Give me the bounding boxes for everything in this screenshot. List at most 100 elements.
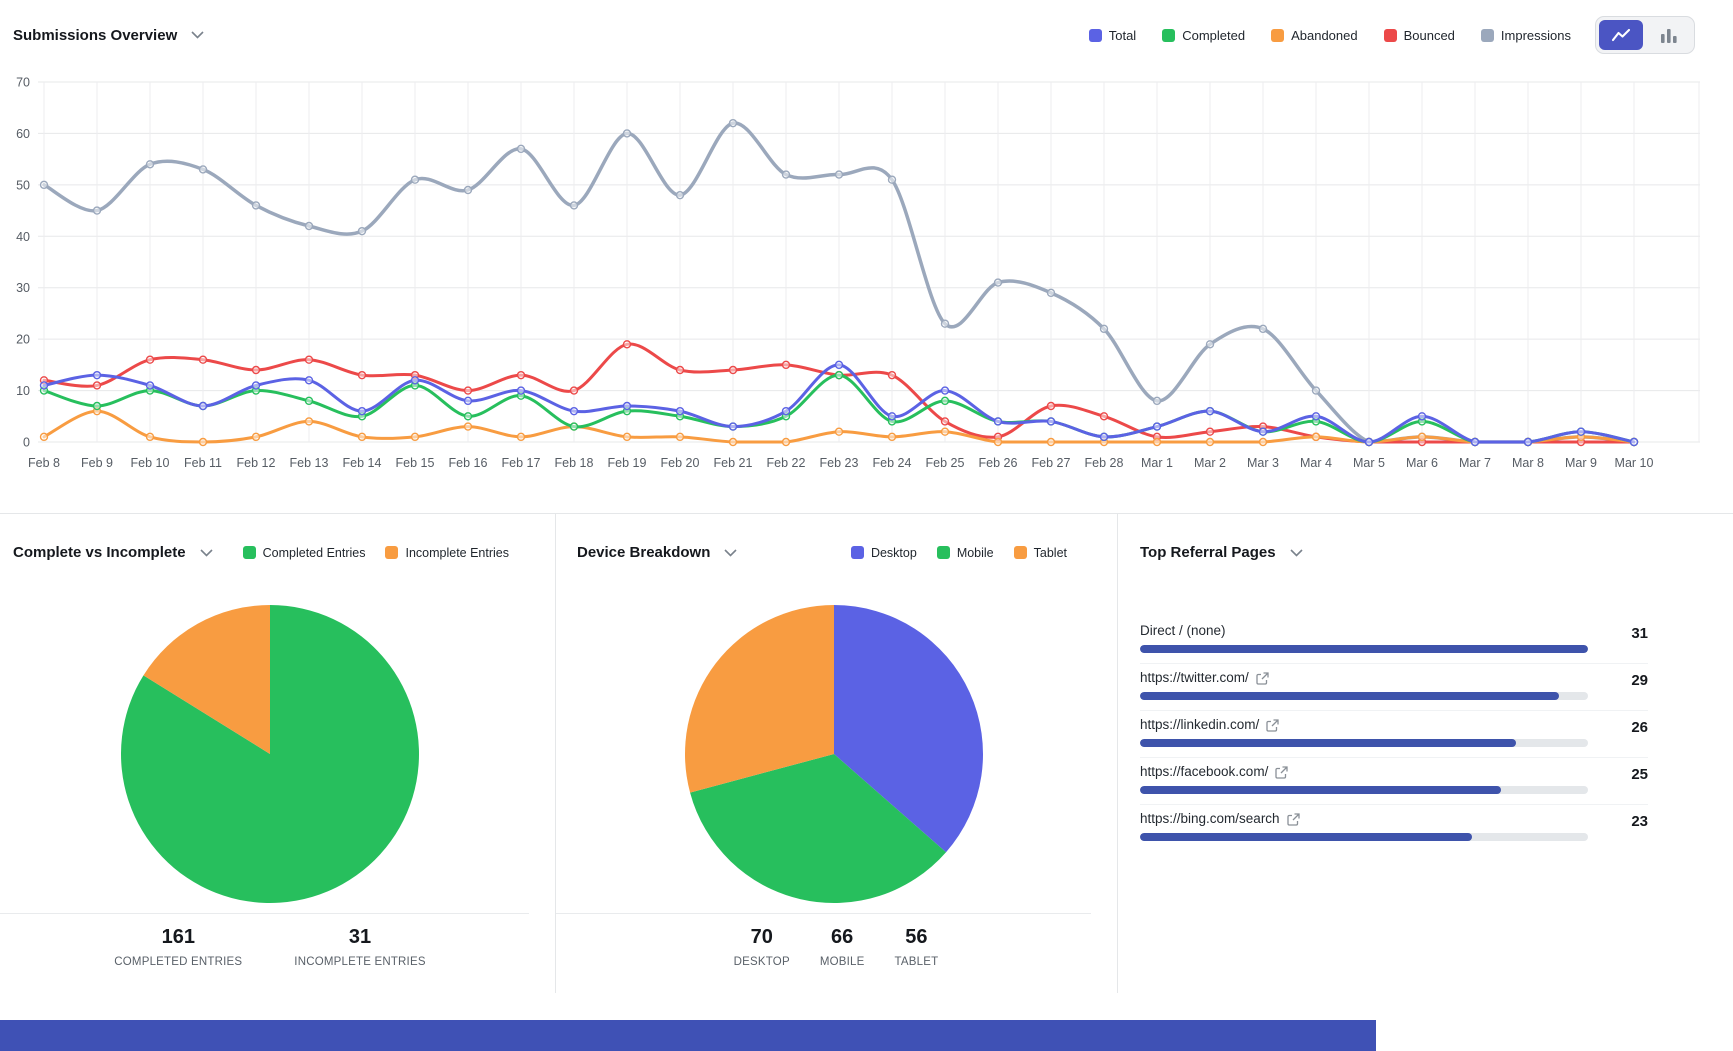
referral-label-text: Direct / (none)	[1140, 623, 1226, 638]
legend-label: Completed	[1182, 27, 1246, 43]
svg-text:Mar 4: Mar 4	[1300, 456, 1332, 470]
legend-swatch	[1480, 28, 1494, 42]
svg-text:70: 70	[16, 76, 30, 90]
referral-label-text: https://linkedin.com/	[1140, 717, 1260, 732]
device-breakdown-pie	[684, 604, 984, 904]
analytics-dashboard: Submissions Overview Total Completed Aband…	[0, 0, 1733, 1051]
legend-label: Completed Entries	[262, 545, 366, 560]
svg-text:Mar 1: Mar 1	[1141, 456, 1173, 470]
referral-row: https://twitter.com/29	[1140, 664, 1648, 711]
device-breakdown-panel: Device Breakdown Desktop Mobile Tablet 70 D…	[556, 514, 1118, 993]
legend-item-incomplete-entries[interactable]: Incomplete Entries	[385, 546, 509, 560]
svg-text:Feb 16: Feb 16	[449, 456, 488, 470]
svg-text:Mar 3: Mar 3	[1247, 456, 1279, 470]
referral-bar-fill	[1140, 786, 1502, 794]
svg-text:50: 50	[16, 178, 30, 192]
referral-row: https://linkedin.com/26	[1140, 711, 1648, 758]
referral-bar-track	[1140, 692, 1588, 700]
svg-text:Mar 6: Mar 6	[1406, 456, 1438, 470]
legend-label: Total	[1108, 27, 1137, 43]
external-link-icon	[1256, 671, 1269, 685]
stat-completed-entries: 161 COMPLETED ENTRIES	[114, 926, 242, 968]
line-chart-toggle-button[interactable]	[1599, 20, 1643, 50]
referral-bar-track	[1140, 645, 1588, 653]
referral-list: Direct / (none) 31 https://twitter.com/29 h…	[1140, 617, 1648, 851]
complete-vs-incomplete-dropdown[interactable]: Complete vs Incomplete	[13, 544, 213, 561]
legend-label: Impressions	[1500, 27, 1571, 43]
stat-desktop: 70 DESKTOP	[734, 926, 790, 968]
legend-label: Incomplete Entries	[405, 545, 509, 560]
referral-value: 26	[1631, 719, 1648, 736]
legend-item-completed[interactable]: Completed	[1162, 28, 1245, 43]
device-breakdown-dropdown[interactable]: Device Breakdown	[577, 544, 737, 561]
stat-tablet: 56 TABLET	[895, 926, 939, 968]
svg-text:60: 60	[16, 127, 30, 141]
svg-text:Feb 26: Feb 26	[979, 456, 1018, 470]
svg-text:Feb 19: Feb 19	[608, 456, 647, 470]
referral-link[interactable]: https://bing.com/search	[1140, 811, 1300, 827]
stat-label: MOBILE	[819, 956, 865, 968]
svg-text:Feb 20: Feb 20	[661, 456, 700, 470]
legend-item-total[interactable]: Total	[1088, 27, 1137, 43]
svg-text:Feb 9: Feb 9	[81, 456, 113, 470]
external-link-icon	[1266, 718, 1279, 732]
svg-text:Feb 12: Feb 12	[237, 456, 276, 470]
line-chart-icon	[1611, 28, 1631, 42]
stat-value: 161	[161, 926, 195, 948]
svg-text:30: 30	[16, 281, 30, 295]
complete-vs-incomplete-header: Complete vs Incomplete Completed Entries…	[13, 544, 509, 561]
complete-vs-incomplete-pie-chart	[120, 605, 419, 903]
legend-item-mobile[interactable]: Mobile	[936, 546, 994, 560]
svg-text:Mar 10: Mar 10	[1615, 456, 1654, 470]
legend-swatch	[850, 546, 864, 559]
referral-label-text: https://twitter.com/	[1140, 670, 1249, 685]
top-referral-pages-dropdown[interactable]: Top Referral Pages	[1140, 544, 1303, 561]
top-referral-pages-panel: Top Referral Pages Direct / (none) 31 http…	[1118, 514, 1733, 993]
bar-chart-icon	[1661, 28, 1677, 43]
legend-item-desktop[interactable]: Desktop	[850, 546, 917, 560]
device-breakdown-legend: Desktop Mobile Tablet	[850, 545, 1067, 560]
svg-text:Mar 5: Mar 5	[1353, 456, 1385, 470]
legend-label: Tablet	[1033, 545, 1067, 560]
line-chart-legend: Total Completed Abandoned Bounced Impression…	[1088, 27, 1571, 43]
bar-chart-toggle-button[interactable]	[1647, 20, 1691, 50]
legend-item-bounced[interactable]: Bounced	[1383, 28, 1455, 43]
submissions-line-chart: 0 10 20 30 40 50 60 70 Feb 8 Feb 9 Feb 10 Feb 11 Feb…	[16, 76, 1700, 470]
referral-link[interactable]: https://linkedin.com/	[1140, 717, 1279, 733]
chart-type-toggle	[1595, 16, 1695, 54]
stat-label: INCOMPLETE ENTRIES	[294, 956, 426, 968]
chevron-down-icon	[191, 31, 204, 39]
legend-item-impressions[interactable]: Impressions	[1480, 27, 1571, 43]
submissions-overview-dropdown[interactable]: Submissions Overview	[13, 27, 204, 44]
legend-item-tablet[interactable]: Tablet	[1013, 545, 1067, 560]
referral-label: Direct / (none)	[1140, 623, 1226, 639]
bottom-accent-bar	[0, 1020, 1376, 1051]
referral-bar-fill	[1140, 645, 1588, 653]
legend-item-completed-entries[interactable]: Completed Entries	[242, 545, 366, 560]
external-link-icon	[1275, 765, 1288, 779]
device-breakdown-title: Device Breakdown	[577, 544, 711, 561]
referral-label-text: https://facebook.com/	[1140, 764, 1269, 779]
device-breakdown-header: Device Breakdown Desktop Mobile Tablet	[577, 544, 1067, 561]
referral-row: https://bing.com/search 23	[1140, 805, 1648, 851]
stats-divider	[556, 913, 1091, 914]
referral-bar-fill	[1140, 692, 1560, 700]
referral-bar-track	[1140, 739, 1588, 747]
svg-text:10: 10	[16, 384, 30, 398]
legend-item-abandoned[interactable]: Abandoned	[1271, 28, 1358, 43]
referral-bar-track	[1140, 786, 1588, 794]
legend-swatch	[1088, 28, 1102, 42]
svg-text:Feb 23: Feb 23	[820, 456, 859, 470]
submissions-overview-header: Submissions Overview Total Completed Aband…	[13, 16, 1695, 54]
svg-text:0: 0	[23, 436, 30, 450]
svg-text:Mar 8: Mar 8	[1512, 456, 1544, 470]
referral-link[interactable]: https://facebook.com/	[1140, 764, 1288, 780]
referral-link[interactable]: https://twitter.com/	[1140, 670, 1269, 686]
device-breakdown-pie-chart	[685, 605, 983, 903]
svg-text:Feb 13: Feb 13	[290, 456, 329, 470]
referral-bar-track	[1140, 833, 1588, 841]
svg-text:Feb 8: Feb 8	[28, 456, 60, 470]
stat-label: DESKTOP	[733, 956, 790, 968]
svg-text:Feb 11: Feb 11	[184, 456, 222, 470]
referral-bar-fill	[1140, 833, 1473, 841]
